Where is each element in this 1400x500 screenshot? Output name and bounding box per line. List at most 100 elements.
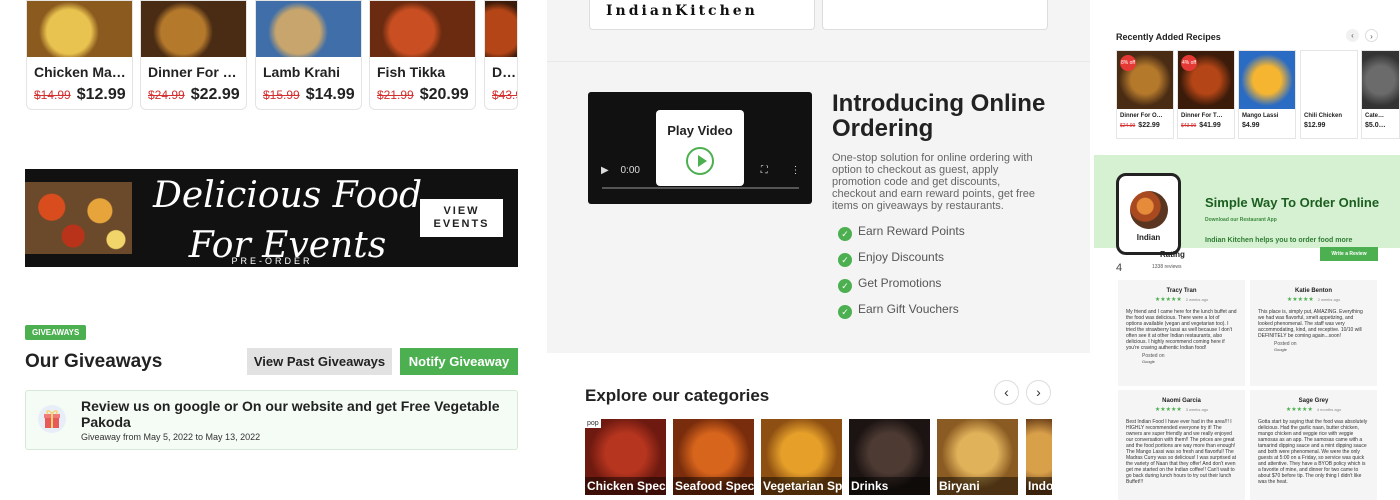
product-card[interactable]: Chicken Ma… $14.99 $12.99 (26, 0, 133, 110)
rating-value: 4 (1116, 262, 1123, 274)
recipe-new-price: $22.99 (1138, 122, 1160, 129)
category-card[interactable]: Drinks (849, 419, 930, 495)
play-icon[interactable]: ▶ (601, 165, 609, 176)
giveaway-card-title: Review us on google or On our website an… (81, 398, 500, 430)
product-card[interactable]: Fish Tikka $21.99 $20.99 (369, 0, 476, 110)
recipe-card[interactable]: Cate… $5.0… (1361, 50, 1400, 139)
star-rating: ★★★★★ 2 weeks ago (1286, 297, 1341, 303)
product-image (141, 1, 246, 57)
giveaway-card[interactable]: Review us on google or On our website an… (25, 390, 518, 450)
recipe-name: Mango Lassi (1242, 113, 1279, 119)
category-card[interactable]: pop Chicken Specia (585, 419, 666, 495)
review-card: Tracy Tran ★★★★★ 2 weeks ago My friend and … (1118, 280, 1245, 386)
view-events-button[interactable]: VIEW EVENTS (420, 199, 503, 237)
discount-badge: 4% off (1181, 55, 1197, 71)
product-image (370, 1, 475, 57)
review-text: Gotta start by saying that the food was … (1258, 419, 1368, 485)
feature-item: ✓ Earn Gift Vouchers (838, 302, 959, 319)
recipe-card[interactable]: Mango Lassi $4.99 (1238, 50, 1296, 139)
chevron-left-icon: ‹ (1004, 384, 1009, 400)
recipe-card[interactable]: Chili Chicken $12.99 (1300, 50, 1358, 139)
site-logo[interactable]: IndianKitchen (606, 3, 758, 19)
product-name: Dinner For O… (148, 64, 246, 80)
chevron-right-icon: › (1036, 384, 1041, 400)
recipe-card[interactable]: 8% off Dinner For O… $24.99 $22.99 (1116, 50, 1174, 139)
recent-prev-button[interactable]: ‹ (1346, 29, 1359, 42)
category-label: Biryani (937, 477, 1018, 495)
online-ordering-description: One-stop solution for online ordering wi… (832, 152, 1036, 212)
product-price: $24.99 $22.99 (141, 80, 246, 104)
recipe-price: $24.99 $22.99 (1117, 119, 1173, 129)
notify-giveaway-button[interactable]: Notify Giveaway (400, 348, 518, 375)
product-image (27, 1, 132, 57)
product-new-price: $14.99 (305, 86, 355, 103)
app-title: Simple Way To Order Online (1205, 195, 1380, 210)
recent-next-button[interactable]: › (1365, 29, 1378, 42)
product-price: $43.9… (485, 80, 517, 104)
phone-food-image (1129, 191, 1168, 229)
product-old-price: $15.99 (263, 88, 300, 102)
reviewer-name: Naomi Garcia (1162, 398, 1201, 404)
more-icon[interactable]: ⋮ (791, 165, 801, 176)
recipe-image (1362, 51, 1399, 109)
write-review-button[interactable]: Write a Review (1320, 247, 1378, 261)
gift-icon (38, 405, 66, 433)
banner-food-image (25, 182, 132, 254)
video-time: 0:00 (620, 165, 640, 176)
category-card[interactable]: Indo (1026, 419, 1052, 495)
feature-label: Earn Reward Points (858, 224, 965, 238)
product-image (256, 1, 361, 57)
category-card[interactable]: Biryani (937, 419, 1018, 495)
video-player[interactable]: ▶ 0:00 ⛶ ⋮ Play Video (588, 92, 812, 204)
category-card[interactable]: Seafood Specia (673, 419, 754, 495)
recipe-new-price: $12.99 (1304, 122, 1326, 129)
fullscreen-icon[interactable]: ⛶ (761, 165, 768, 176)
recipe-price: $43.99 $41.99 (1178, 119, 1234, 129)
banner-preorder-text: PRE-ORDER AVAILABLE (231, 256, 313, 267)
product-name: Lamb Krahi (263, 64, 341, 80)
product-price: $14.99 $12.99 (27, 80, 132, 104)
review-date: 4 months ago (1316, 407, 1342, 412)
check-icon: ✓ (838, 305, 852, 319)
star-rating: ★★★★★ 4 months ago (1285, 407, 1342, 413)
view-past-giveaways-button[interactable]: View Past Giveaways (247, 348, 392, 375)
feature-item: ✓ Earn Reward Points (838, 224, 965, 241)
product-card[interactable]: Dinner For O… $24.99 $22.99 (140, 0, 247, 110)
category-card[interactable]: Vegetarian Spe (761, 419, 842, 495)
play-video-button[interactable]: Play Video (656, 110, 744, 186)
recipe-new-price: $5.0… (1365, 122, 1386, 129)
reviewer-name: Katie Benton (1294, 288, 1332, 294)
product-old-price: $43.9… (492, 88, 517, 102)
product-old-price: $21.99 (377, 88, 414, 102)
product-card[interactable]: Lamb Krahi $15.99 $14.99 (255, 0, 362, 110)
recipe-name: Dinner For T… (1181, 113, 1223, 119)
review-card: Naomi Garcia ★★★★★ 3 weeks ago Best Indian … (1118, 390, 1245, 500)
review-date: 3 weeks ago (1185, 407, 1209, 412)
review-text: My friend and I came here for the lunch … (1126, 309, 1237, 351)
events-banner[interactable]: Delicious Food For Events PRE-ORDER AVAI… (25, 169, 518, 267)
recipe-price: $12.99 (1301, 119, 1357, 129)
reviewer-name: Tracy Tran (1166, 288, 1197, 294)
recipe-image: 4% off (1178, 51, 1234, 109)
category-label: Indo (1026, 477, 1052, 495)
categories-next-button[interactable]: › (1026, 380, 1051, 405)
review-text: This place is, simply put, AMAZING. Ever… (1258, 309, 1363, 339)
review-card: Sage Grey ★★★★★ 4 months ago Gotta start by… (1250, 390, 1377, 500)
categories-prev-button[interactable]: ‹ (994, 380, 1019, 405)
category-label: Drinks (849, 477, 930, 495)
app-download-banner[interactable]: Indian Simple Way To Order Online Downlo… (1094, 155, 1400, 255)
app-subtitle[interactable]: Download our Restaurant App (1205, 217, 1277, 223)
recipe-card[interactable]: 4% off Dinner For T… $43.99 $41.99 (1177, 50, 1235, 139)
recipe-image (1239, 51, 1295, 109)
product-card[interactable]: Dinn… $43.9… (484, 0, 518, 110)
reviewer-name: Sage Grey (1298, 398, 1329, 404)
giveaways-badge: GIVEAWAYS (25, 325, 87, 340)
recipe-name: Chili Chicken (1304, 113, 1343, 119)
video-progress[interactable] (602, 187, 799, 189)
recipe-old-price: $43.99 (1181, 123, 1197, 129)
product-new-price: $22.99 (190, 86, 240, 103)
check-icon: ✓ (838, 279, 852, 293)
category-tag: pop (585, 419, 601, 428)
recipe-name: Cate… (1365, 113, 1385, 119)
banner-script-text: Delicious Food For Events (152, 175, 423, 266)
